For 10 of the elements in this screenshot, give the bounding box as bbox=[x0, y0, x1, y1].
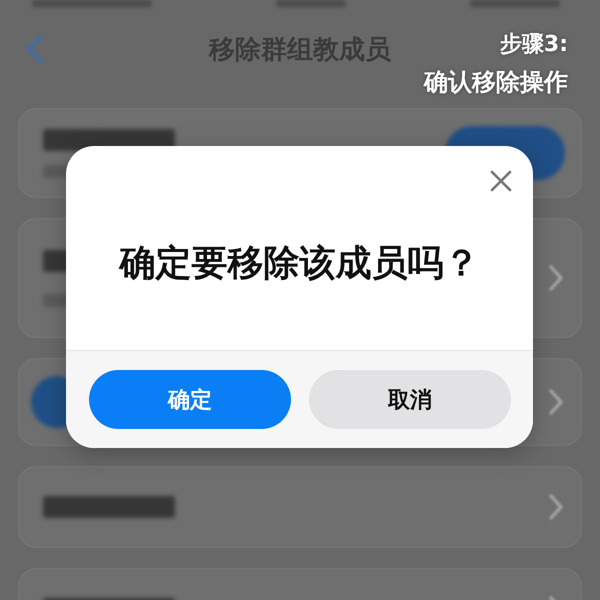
chevron-icon bbox=[549, 389, 563, 415]
step-subtitle: 确认移除操作 bbox=[424, 67, 568, 98]
chevron-icon bbox=[549, 265, 563, 291]
chevron-icon bbox=[549, 494, 563, 520]
status-bar-blob bbox=[276, 0, 346, 7]
dialog-question: 确定要移除该成员吗？ bbox=[120, 242, 480, 286]
step-title: 步骤3: bbox=[498, 31, 568, 59]
close-icon[interactable] bbox=[490, 170, 512, 192]
cancel-button[interactable]: 取消 bbox=[309, 370, 511, 429]
confirm-button[interactable]: 确定 bbox=[89, 370, 291, 429]
